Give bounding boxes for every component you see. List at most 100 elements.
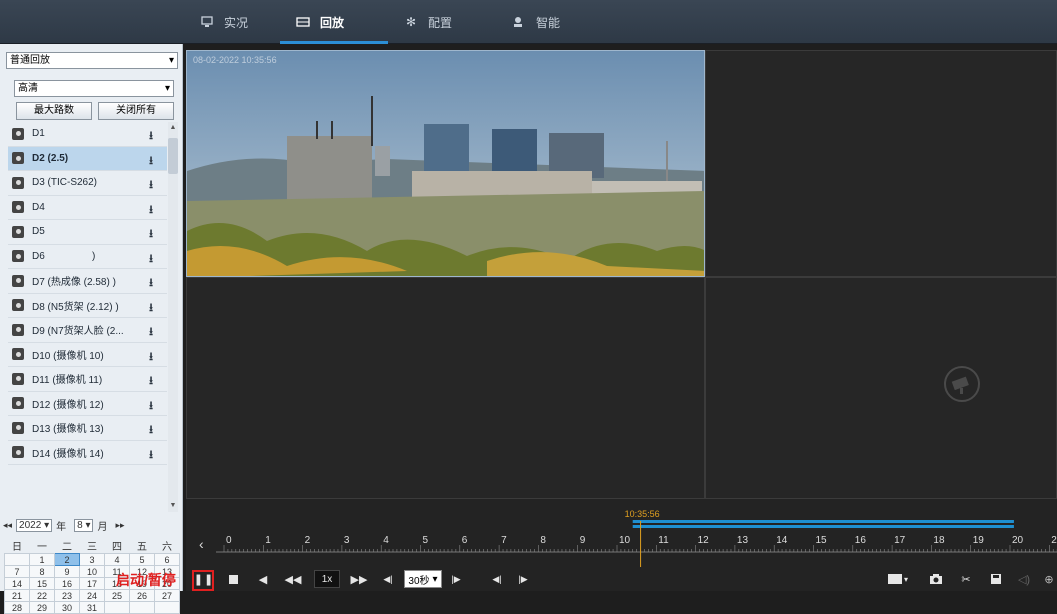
calendar-day[interactable]: 5 bbox=[129, 553, 155, 566]
calendar-day[interactable]: 15 bbox=[29, 577, 55, 590]
calendar-day[interactable]: 29 bbox=[29, 601, 55, 614]
download-icon[interactable]: ⭳ bbox=[145, 250, 157, 265]
camera-icon bbox=[12, 176, 24, 189]
clip-icon[interactable]: ✂ bbox=[958, 570, 974, 588]
download-icon[interactable]: ⭳ bbox=[145, 152, 157, 167]
calendar-day[interactable]: 24 bbox=[79, 589, 105, 602]
calendar-day[interactable]: 7 bbox=[4, 565, 30, 578]
calendar-day[interactable]: 31 bbox=[79, 601, 105, 614]
camera-label: D10 (摄像机 10) bbox=[32, 350, 104, 362]
playback-mode-select[interactable]: 普通回放 ▾ bbox=[6, 52, 178, 69]
camera-row[interactable]: D13 (摄像机 13) ⭳ bbox=[8, 416, 167, 441]
speed-display: 1x bbox=[314, 570, 340, 588]
timeline-ruler[interactable]: 012345678910111213141516171819202110:35:… bbox=[186, 499, 1057, 567]
fast-forward-icon[interactable]: ▶▶ bbox=[350, 570, 368, 588]
nav-config-label: 配置 bbox=[428, 15, 453, 30]
timeline[interactable]: 012345678910111213141516171819202110:35:… bbox=[186, 499, 1057, 567]
camera-row[interactable]: D11 (摄像机 11) ⭳ bbox=[8, 367, 167, 392]
camera-row[interactable]: D6 ) ⭳ bbox=[8, 245, 167, 269]
calendar-day[interactable]: 2 bbox=[54, 553, 80, 566]
scroll-up-icon[interactable]: ▲ bbox=[168, 124, 178, 131]
download-icon[interactable]: ⭳ bbox=[145, 299, 157, 314]
calendar-day[interactable]: 16 bbox=[54, 577, 80, 590]
camera-row[interactable]: D9 (N7货架人脸 (2... ⭳ bbox=[8, 318, 167, 343]
stream-select[interactable]: 高清 ▾ bbox=[14, 80, 174, 97]
close-all-button[interactable]: 关闭所有 bbox=[98, 102, 174, 120]
scrollbar-thumb[interactable] bbox=[168, 138, 178, 174]
calendar-day[interactable]: 27 bbox=[154, 589, 180, 602]
calendar-day[interactable]: 9 bbox=[54, 565, 80, 578]
download-icon[interactable]: ⭳ bbox=[145, 397, 157, 412]
video-pane-2[interactable] bbox=[705, 50, 1057, 277]
audio-icon[interactable]: ◁) bbox=[1016, 570, 1032, 588]
reverse-play-icon[interactable]: ◀ bbox=[256, 570, 270, 588]
camera-row[interactable]: D5 ⭳ bbox=[8, 220, 167, 245]
layout-select-icon[interactable]: ▾ bbox=[886, 570, 910, 588]
camera-row[interactable]: D12 (摄像机 12) ⭳ bbox=[8, 392, 167, 416]
calendar-day[interactable]: 25 bbox=[104, 589, 130, 602]
calendar-day[interactable]: 14 bbox=[4, 577, 30, 590]
prev-year-icon[interactable]: ◂◂ bbox=[3, 520, 12, 531]
nav-smart[interactable]: 智能 bbox=[512, 0, 560, 44]
next-frame-icon[interactable]: |▶ bbox=[516, 570, 530, 588]
download-icon[interactable]: ⭳ bbox=[145, 446, 157, 461]
nav-config[interactable]: ✻ 配置 bbox=[404, 0, 452, 44]
weekday-header: 日 bbox=[4, 538, 30, 554]
video-pane-1[interactable]: 08-02-2022 10:35:56 bbox=[186, 50, 705, 277]
video-pane-3[interactable] bbox=[186, 277, 705, 499]
download-icon[interactable]: ⭳ bbox=[145, 348, 157, 363]
download-icon[interactable]: ⭳ bbox=[145, 421, 157, 436]
camera-icon bbox=[12, 225, 24, 238]
camera-label: D12 (摄像机 12) bbox=[32, 399, 104, 411]
camera-row[interactable]: D2 (2.5) ⭳ bbox=[8, 146, 167, 171]
nav-live[interactable]: 实况 bbox=[200, 0, 248, 44]
camera-row[interactable]: D7 (热成像 (2.58) ) ⭳ bbox=[8, 269, 167, 294]
download-icon[interactable]: ⭳ bbox=[145, 225, 157, 240]
camera-row[interactable]: D1 ⭳ bbox=[8, 122, 167, 147]
calendar-day[interactable]: 23 bbox=[54, 589, 80, 602]
slow-down-icon[interactable]: ◀◀ bbox=[284, 570, 302, 588]
scroll-down-icon[interactable]: ▼ bbox=[168, 502, 178, 509]
stop-icon[interactable] bbox=[226, 570, 240, 588]
camera-feed-image bbox=[187, 51, 704, 276]
calendar-day[interactable]: 21 bbox=[4, 589, 30, 602]
camera-row[interactable]: D8 (N5货架 (2.12) ) ⭳ bbox=[8, 294, 167, 318]
download-icon[interactable]: ⭳ bbox=[145, 274, 157, 289]
hour-label: 1 bbox=[265, 535, 271, 546]
camera-list-scrollbar[interactable] bbox=[168, 122, 178, 512]
download-icon[interactable]: ⭳ bbox=[145, 176, 157, 191]
snapshot-icon[interactable] bbox=[928, 570, 944, 588]
timeline-prev-icon[interactable]: ‹ bbox=[199, 536, 204, 552]
next-year-icon[interactable]: ▸▸ bbox=[115, 520, 124, 531]
calendar-day[interactable]: 26 bbox=[129, 589, 155, 602]
camera-row[interactable]: D14 (摄像机 14) ⭳ bbox=[8, 441, 167, 465]
skip-forward-icon[interactable]: |▶ bbox=[448, 570, 464, 588]
calendar-day[interactable]: 22 bbox=[29, 589, 55, 602]
calendar-day[interactable]: 28 bbox=[4, 601, 30, 614]
nav-playback[interactable]: 回放 bbox=[296, 0, 344, 44]
max-channels-button[interactable]: 最大路数 bbox=[16, 102, 92, 120]
calendar-day[interactable]: 3 bbox=[79, 553, 105, 566]
calendar-day[interactable]: 8 bbox=[29, 565, 55, 578]
download-icon[interactable]: ⭳ bbox=[145, 127, 157, 142]
camera-row[interactable]: D4 ⭳ bbox=[8, 196, 167, 220]
calendar-day[interactable]: 17 bbox=[79, 577, 105, 590]
calendar-day[interactable]: 10 bbox=[79, 565, 105, 578]
zoom-icon[interactable]: ⊕ bbox=[1042, 570, 1056, 588]
month-select[interactable]: 8 ▾ bbox=[74, 518, 94, 532]
download-icon[interactable]: ⭳ bbox=[145, 372, 157, 387]
camera-row[interactable]: D3 (TIC-S262) ⭳ bbox=[8, 171, 167, 196]
interval-select[interactable]: 30秒 ▾ bbox=[404, 570, 442, 588]
calendar-day[interactable]: 4 bbox=[104, 553, 130, 566]
video-pane-4[interactable] bbox=[705, 277, 1057, 499]
skip-back-icon[interactable]: ◀| bbox=[380, 570, 396, 588]
download-icon[interactable]: ⭳ bbox=[145, 201, 157, 216]
calendar-day[interactable]: 6 bbox=[154, 553, 180, 566]
calendar-day[interactable]: 1 bbox=[29, 553, 55, 566]
save-icon[interactable] bbox=[988, 570, 1004, 588]
camera-row[interactable]: D10 (摄像机 10) ⭳ bbox=[8, 343, 167, 367]
prev-frame-icon[interactable]: ◀| bbox=[490, 570, 504, 588]
download-icon[interactable]: ⭳ bbox=[145, 323, 157, 338]
year-select[interactable]: 2022 ▾ bbox=[16, 518, 53, 532]
calendar-day[interactable]: 30 bbox=[54, 601, 80, 614]
